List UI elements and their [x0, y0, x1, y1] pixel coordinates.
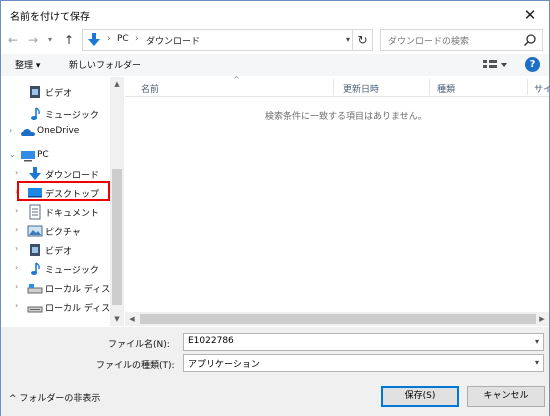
chevron-right-icon[interactable]: ›: [15, 282, 18, 291]
scrollbar-thumb[interactable]: [112, 169, 122, 305]
music-icon: [31, 262, 40, 275]
chevron-down-icon[interactable]: ⌄: [9, 150, 16, 159]
empty-results-message: 検索条件に一致する項目はありません。: [265, 112, 427, 122]
tree-item-onedrive[interactable]: › OneDrive: [1, 121, 110, 143]
up-arrow-icon[interactable]: ↑: [61, 32, 77, 48]
chevron-down-icon[interactable]: ▾: [535, 358, 539, 367]
filename-label: ファイル名(N):: [108, 340, 170, 350]
breadcrumb-separator: ›: [135, 34, 139, 44]
column-divider[interactable]: [429, 79, 430, 95]
column-divider[interactable]: [333, 79, 334, 95]
filetype-select[interactable]: アプリケーション ▾: [183, 354, 544, 372]
search-input[interactable]: ダウンロードの検索: [388, 34, 469, 47]
desktop-highlight-frame: [17, 181, 110, 201]
scroll-up-icon[interactable]: ▲: [110, 77, 124, 91]
address-dropdown-chevron-icon[interactable]: ▾: [346, 35, 350, 44]
scroll-left-icon[interactable]: ◀: [125, 312, 139, 326]
cloud-icon: [21, 129, 35, 136]
column-modified[interactable]: 更新日時: [343, 82, 379, 95]
breadcrumb-separator: ›: [107, 34, 111, 44]
command-bar: 整理 ▾ 新しいフォルダー ?: [1, 54, 549, 76]
new-folder-button[interactable]: 新しいフォルダー: [69, 58, 141, 71]
view-options-icon[interactable]: [480, 58, 510, 72]
help-icon[interactable]: ?: [525, 57, 540, 72]
scrollbar-thumb[interactable]: [140, 314, 536, 324]
column-name[interactable]: 名前: [141, 82, 159, 95]
download-icon: [88, 33, 100, 46]
list-header: ^ 名前 更新日時 種類 サイズ: [125, 75, 550, 97]
drive-icon: [27, 284, 43, 294]
file-list: ^ 名前 更新日時 種類 サイズ 検索条件に一致する項目はありません。: [125, 75, 550, 326]
chevron-right-icon[interactable]: ›: [15, 225, 18, 234]
window-title: 名前を付けて保存: [10, 12, 90, 23]
breadcrumb-pc[interactable]: PC: [117, 34, 129, 44]
chevron-right-icon[interactable]: ›: [15, 206, 18, 215]
breadcrumb-downloads[interactable]: ダウンロード: [146, 34, 200, 47]
column-divider[interactable]: [527, 79, 528, 95]
cancel-button[interactable]: キャンセル: [467, 386, 545, 407]
address-row: ← → ▾ ↑ › PC › ダウンロード ▾ ↻ ダウンロードの検索: [1, 29, 549, 53]
chevron-right-icon[interactable]: ›: [9, 126, 12, 135]
computer-icon: [21, 151, 35, 162]
back-arrow-icon[interactable]: ←: [5, 32, 21, 48]
video-icon: [30, 86, 40, 98]
chevron-down-icon[interactable]: ▾: [535, 337, 539, 346]
hide-folders-button[interactable]: ^ フォルダーの非表示: [9, 391, 100, 404]
title-bar: 名前を付けて保存 ✕: [1, 1, 549, 29]
refresh-icon[interactable]: ↻: [352, 30, 372, 50]
recent-locations-chevron-icon[interactable]: ▾: [42, 32, 58, 48]
column-type[interactable]: 種類: [437, 82, 455, 95]
chevron-right-icon[interactable]: ›: [15, 263, 18, 272]
save-button[interactable]: 保存(S): [381, 386, 459, 407]
navigation-scrollbar[interactable]: ▲ ▼: [110, 77, 124, 326]
download-icon: [29, 167, 41, 180]
video-icon: [30, 244, 40, 256]
search-box[interactable]: ダウンロードの検索: [380, 29, 543, 51]
filename-field[interactable]: E1022786 ▾: [183, 333, 544, 351]
save-as-dialog: 名前を付けて保存 ✕ ← → ▾ ↑ › PC › ダウンロード ▾ ↻ ダウン…: [0, 0, 550, 416]
filetype-label: ファイルの種類(T):: [96, 361, 175, 371]
sort-caret-icon: ^: [233, 75, 240, 84]
chevron-right-icon[interactable]: ›: [15, 301, 18, 310]
navigation-pane: ビデオ ミュージック › OneDrive ⌄ PC › ダウンロード › デス…: [1, 77, 110, 326]
picture-icon: [27, 225, 43, 237]
search-icon[interactable]: [523, 33, 537, 47]
close-button[interactable]: ✕: [519, 4, 541, 26]
scroll-right-icon[interactable]: ▶: [535, 312, 549, 326]
tree-item-local-disk-d[interactable]: › ローカル ディスク (D: [1, 296, 110, 318]
dialog-footer: ファイル名(N): E1022786 ▾ ファイルの種類(T): アプリケーショ…: [1, 327, 549, 416]
chevron-right-icon[interactable]: ›: [15, 244, 18, 253]
organize-button[interactable]: 整理 ▾: [15, 58, 40, 71]
tree-item-videos[interactable]: ビデオ: [1, 81, 110, 103]
file-list-scrollbar[interactable]: ◀ ▶: [125, 312, 549, 326]
column-size[interactable]: サイズ: [534, 82, 550, 95]
address-bar[interactable]: › PC › ダウンロード ▾ ↻: [82, 29, 373, 51]
drive-icon: [27, 306, 43, 313]
document-icon: [29, 204, 41, 220]
music-icon: [31, 107, 40, 120]
scroll-down-icon[interactable]: ▼: [110, 312, 124, 326]
chevron-right-icon[interactable]: ›: [15, 168, 18, 177]
forward-arrow-icon[interactable]: →: [25, 32, 41, 48]
